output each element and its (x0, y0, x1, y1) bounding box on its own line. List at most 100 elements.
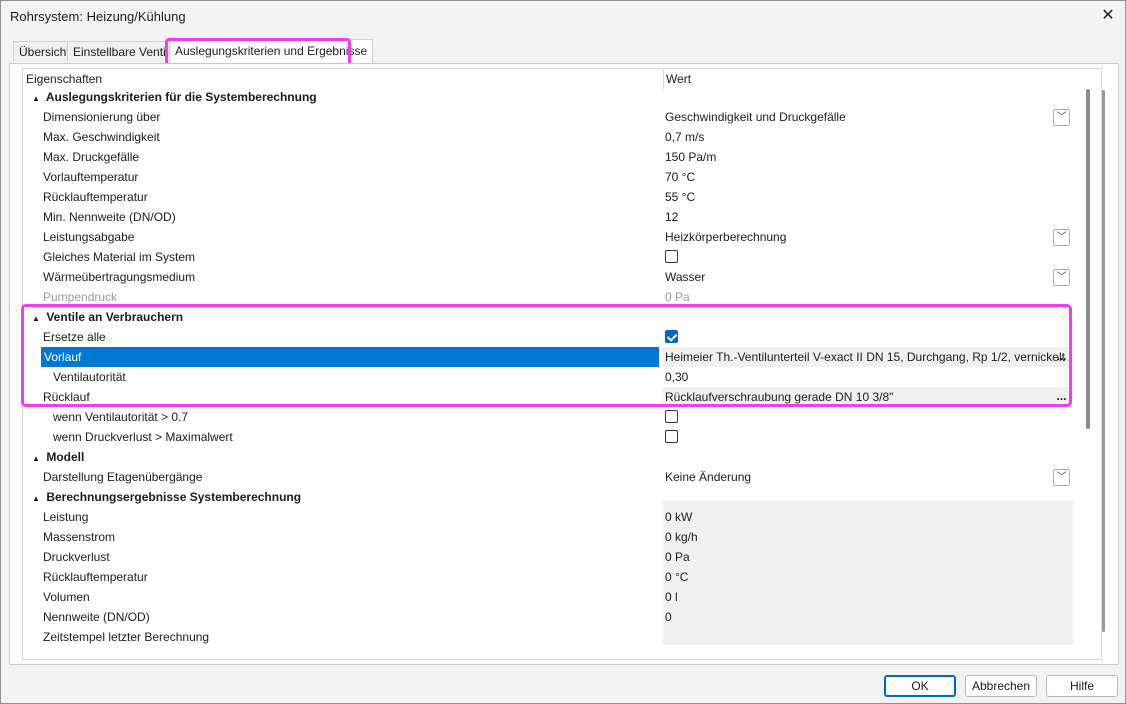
prop-value[interactable]: Wasser (663, 267, 1071, 287)
ok-button[interactable]: OK (884, 675, 956, 697)
category-label: Auslegungskriterien für die Systemberech… (45, 90, 317, 104)
prop-row[interactable]: Ventilautorität 0,30 (23, 367, 1071, 387)
prop-value[interactable]: 70 °C (663, 167, 1071, 187)
window-title: Rohrsystem: Heizung/Kühlung (10, 9, 186, 24)
prop-value[interactable]: 0,30 (663, 367, 1071, 387)
outer-scrollbar-thumb[interactable] (1102, 90, 1105, 632)
prop-row: Pumpendruck 0 Pa (23, 287, 1071, 307)
prop-value[interactable]: 150 Pa/m (663, 147, 1071, 167)
header-eigenschaften: Eigenschaften (26, 72, 103, 86)
prop-row[interactable]: Rücklauf Rücklaufverschraubung gerade DN… (23, 387, 1071, 407)
prop-row[interactable]: wenn Ventilautorität > 0.7 (23, 407, 1071, 427)
prop-row: Massenstrom 0 kg/h (23, 527, 1071, 547)
prop-name: Leistung (43, 510, 89, 524)
prop-row: Nennweite (DN/OD) 0 (23, 607, 1071, 627)
prop-name: Gleiches Material im System (43, 250, 196, 264)
prop-name: Zeitstempel letzter Berechnung (43, 630, 210, 644)
prop-value[interactable]: Geschwindigkeit und Druckgefälle (663, 107, 1071, 127)
category-auslegungskriterien[interactable]: ▲ Auslegungskriterien für die Systembere… (23, 87, 1071, 107)
prop-value[interactable]: Rücklaufverschraubung gerade DN 10 3/8" (663, 387, 1071, 407)
collapse-icon[interactable]: ▲ (29, 489, 43, 509)
prop-value: 0 Pa (665, 550, 690, 564)
collapse-icon[interactable]: ▲ (29, 89, 43, 109)
prop-value: 0 l (665, 590, 678, 604)
prop-row: Rücklauftemperatur 0 °C (23, 567, 1071, 587)
prop-name: Massenstrom (43, 530, 116, 544)
hilfe-button[interactable]: Hilfe (1046, 675, 1118, 697)
chevron-down-icon[interactable]: ﹀ (1053, 229, 1070, 246)
prop-row[interactable]: Wärmeübertragungsmedium Wasser ﹀ (23, 267, 1071, 287)
prop-row[interactable]: wenn Druckverlust > Maximalwert (23, 427, 1071, 447)
prop-value[interactable]: Keine Änderung (663, 467, 1071, 487)
prop-value[interactable]: 0,7 m/s (663, 127, 1071, 147)
prop-name: Nennweite (DN/OD) (43, 610, 150, 624)
prop-value: 0 kW (665, 510, 693, 524)
prop-name: Rücklauftemperatur (43, 570, 148, 584)
header-wert: Wert (663, 69, 1071, 89)
prop-row: Leistung 0 kW (23, 507, 1071, 527)
tab-einstellbare-ventile[interactable]: Einstellbare Ventile (67, 41, 182, 61)
prop-row[interactable]: Vorlauftemperatur 70 °C (23, 167, 1071, 187)
prop-row-selected[interactable]: Vorlauf Heimeier Th.-Ventilunterteil V-e… (23, 347, 1071, 367)
property-grid: Eigenschaften Wert ▲ Auslegungskriterien… (22, 68, 1102, 660)
prop-value (663, 627, 1071, 647)
collapse-icon[interactable]: ▲ (29, 309, 43, 329)
prop-name: Max. Druckgefälle (43, 150, 140, 164)
prop-row: Druckverlust 0 Pa (23, 547, 1071, 567)
prop-value[interactable]: Heizkörperberechnung (663, 227, 1071, 247)
prop-name: Vorlauftemperatur (43, 170, 139, 184)
category-label: Ventile an Verbrauchern (46, 310, 184, 324)
prop-name: Ersetze alle (43, 330, 106, 344)
prop-value: 0 Pa (665, 290, 690, 304)
close-icon[interactable]: ✕ (1097, 5, 1119, 27)
prop-row[interactable]: Min. Nennweite (DN/OD) 12 (23, 207, 1071, 227)
prop-value[interactable]: 55 °C (663, 187, 1071, 207)
category-ventile[interactable]: ▲ Ventile an Verbrauchern (23, 307, 1071, 327)
prop-name: Wärmeübertragungsmedium (43, 270, 196, 284)
prop-name: Rücklauftemperatur (43, 190, 148, 204)
ersetze-alle-checkbox[interactable] (665, 330, 678, 344)
prop-row[interactable]: Ersetze alle (23, 327, 1071, 347)
prop-name: Max. Geschwindigkeit (43, 130, 160, 144)
prop-value[interactable]: 12 (663, 207, 1071, 227)
prop-row[interactable]: Gleiches Material im System (23, 247, 1071, 267)
prop-row: Volumen 0 l (23, 587, 1071, 607)
more-button[interactable]: ... (1053, 347, 1070, 367)
prop-row: Zeitstempel letzter Berechnung (23, 627, 1071, 647)
grid-header: Eigenschaften Wert (23, 69, 1071, 89)
prop-name: Volumen (43, 590, 90, 604)
title-bar: Rohrsystem: Heizung/Kühlung ✕ (1, 1, 1125, 33)
inner-scrollbar-thumb[interactable] (1086, 89, 1090, 429)
gleiches-material-checkbox[interactable] (665, 250, 678, 264)
prop-row[interactable]: Rücklauftemperatur 55 °C (23, 187, 1071, 207)
prop-value: 0 kg/h (665, 530, 698, 544)
prop-row[interactable]: Dimensionierung über Geschwindigkeit und… (23, 107, 1071, 127)
tab-panel: Eigenschaften Wert ▲ Auslegungskriterien… (9, 63, 1119, 665)
more-button[interactable]: ... (1053, 387, 1070, 407)
prop-value: 0 °C (665, 570, 689, 584)
prop-name: Pumpendruck (43, 290, 118, 304)
tab-auslegungskriterien[interactable]: Auslegungskriterien und Ergebnisse (169, 39, 374, 63)
chevron-down-icon[interactable]: ﹀ (1053, 109, 1070, 126)
prop-name: Ventilautorität (53, 370, 126, 384)
category-label: Berechnungsergebnisse Systemberechnung (46, 490, 302, 504)
prop-name: wenn Druckverlust > Maximalwert (53, 430, 233, 444)
prop-row[interactable]: Leistungsabgabe Heizkörperberechnung ﹀ (23, 227, 1071, 247)
chevron-down-icon[interactable]: ﹀ (1053, 269, 1070, 286)
prop-name: wenn Ventilautorität > 0.7 (53, 410, 189, 424)
wenn-ventilautoritaet-checkbox[interactable] (665, 410, 678, 424)
dialog-window: Rohrsystem: Heizung/Kühlung ✕ Übersicht … (0, 0, 1126, 704)
wenn-druckverlust-checkbox[interactable] (665, 430, 678, 444)
prop-row[interactable]: Max. Geschwindigkeit 0,7 m/s (23, 127, 1071, 147)
prop-row[interactable]: Max. Druckgefälle 150 Pa/m (23, 147, 1071, 167)
prop-value[interactable]: Heimeier Th.-Ventilunterteil V-exact II … (663, 347, 1071, 367)
collapse-icon[interactable]: ▲ (29, 449, 43, 469)
prop-row[interactable]: Darstellung Etagenübergänge Keine Änderu… (23, 467, 1071, 487)
prop-name: Min. Nennweite (DN/OD) (43, 210, 176, 224)
category-label: Modell (46, 450, 85, 464)
chevron-down-icon[interactable]: ﹀ (1053, 469, 1070, 486)
abbrechen-button[interactable]: Abbrechen (965, 675, 1037, 697)
prop-value: 0 (665, 610, 672, 624)
prop-name: Vorlauf (41, 347, 659, 367)
category-modell[interactable]: ▲ Modell (23, 447, 1071, 467)
